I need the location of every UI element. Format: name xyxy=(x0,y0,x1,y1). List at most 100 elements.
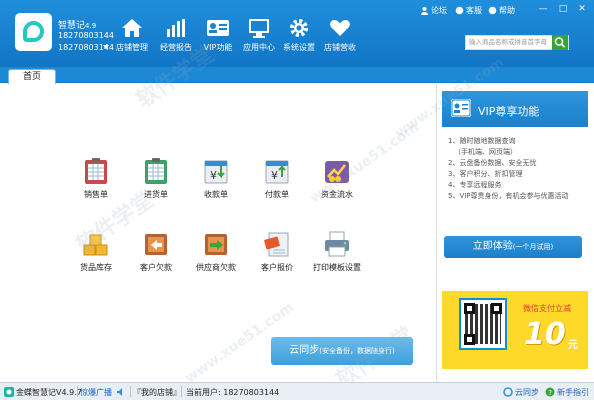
app-logo-small-icon xyxy=(4,387,14,397)
qr-finder xyxy=(491,303,502,314)
customer-quote-icon xyxy=(264,232,289,257)
nav-label: 店铺营收 xyxy=(324,43,356,52)
vip-feature: （手机端、网页端） xyxy=(454,148,517,156)
nav-system-settings[interactable]: 系统设置 xyxy=(277,18,321,58)
printer-icon xyxy=(325,231,349,257)
svg-text:¥: ¥ xyxy=(210,169,217,182)
headset-icon xyxy=(455,6,464,15)
status-cloud-sync[interactable]: 云同步 xyxy=(515,387,539,398)
inventory-button[interactable]: 货品库存 xyxy=(66,230,126,273)
receipt-button[interactable]: ¥ 收款单 xyxy=(186,157,246,200)
inventory-label: 货品库存 xyxy=(80,263,112,272)
user-phone: 18270803144 xyxy=(58,31,114,40)
vip-feature: 1、随时随地数据查询 xyxy=(448,137,516,145)
wechat-pay-promo-banner[interactable]: 微信支付立减 10 元 xyxy=(442,291,588,369)
cloud-sync-button[interactable]: 云同步(安全备份，数据随身行) xyxy=(271,337,413,365)
tab-bar xyxy=(0,67,594,83)
user-icon xyxy=(421,7,428,15)
payment-button[interactable]: ¥ 付款单 xyxy=(247,157,307,200)
qr-code xyxy=(459,298,507,350)
sales-order-icon xyxy=(85,158,107,184)
guide-icon: ? xyxy=(545,387,555,397)
try-now-sublabel: (一个月试用) xyxy=(512,243,554,251)
svg-text:?: ? xyxy=(548,389,552,397)
sales-order-label: 销售单 xyxy=(84,190,108,199)
try-now-label: 立即体验 xyxy=(472,241,513,252)
gear-icon xyxy=(290,19,308,37)
home-icon xyxy=(122,19,142,37)
customer-debt-label: 客户欠款 xyxy=(140,263,172,272)
qr-finder xyxy=(464,334,475,345)
promo-amount: 10 xyxy=(524,317,566,352)
minimize-icon[interactable]: — xyxy=(537,4,549,14)
cloud-sync-subtitle: (安全备份，数据随身行) xyxy=(319,347,395,355)
status-bar: 金蝶智慧记V4.9.7 惊爆广播 『我的店铺』 当前用户: 1827080314… xyxy=(0,382,594,400)
speaker-icon xyxy=(117,388,122,396)
vip-card-icon xyxy=(451,99,471,117)
nav-business-report[interactable]: 经营报告 xyxy=(154,18,198,58)
status-app-version: 金蝶智慧记V4.9.7 xyxy=(16,388,82,397)
vip-feature: 2、云盘备份数据、安全无忧 xyxy=(448,159,537,167)
status-divider xyxy=(181,386,182,397)
cloud-sync-icon xyxy=(503,387,513,397)
purchase-order-button[interactable]: 进货单 xyxy=(126,157,186,200)
status-current-user: 当前用户: 18270803144 xyxy=(186,388,280,397)
logo-mark xyxy=(23,21,44,42)
vip-feature: 3、客户积分、折扣管理 xyxy=(448,170,523,178)
cash-flow-label: 资金流水 xyxy=(321,190,353,199)
chevron-down-icon[interactable] xyxy=(103,45,109,49)
status-beginner-guide[interactable]: 新手指引 xyxy=(557,387,589,398)
svg-text:¥: ¥ xyxy=(271,169,278,182)
qr-finder xyxy=(464,303,475,314)
forum-link[interactable]: 论坛 xyxy=(420,5,447,16)
customer-quote-button[interactable]: 客户报价 xyxy=(247,230,307,273)
purchase-order-icon xyxy=(145,158,167,184)
nav-label: 应用中心 xyxy=(243,43,275,52)
inventory-icon xyxy=(83,234,108,256)
vip-card-icon xyxy=(207,20,229,36)
nav-vip[interactable]: VIP功能 xyxy=(196,18,240,58)
cash-flow-button[interactable]: 资金流水 xyxy=(307,157,367,200)
app-logo xyxy=(15,13,52,51)
supplier-debt-icon xyxy=(205,234,227,255)
nav-label: 系统设置 xyxy=(283,43,315,52)
customer-quote-label: 客户报价 xyxy=(261,263,293,272)
vip-title: VIP尊享功能 xyxy=(478,105,540,118)
receipt-icon: ¥ xyxy=(204,160,228,184)
nav-label: 经营报告 xyxy=(160,43,192,52)
payment-label: 付款单 xyxy=(265,190,289,199)
customer-debt-icon xyxy=(145,234,167,255)
vip-feature: 4、专享远程服务 xyxy=(448,181,502,189)
service-link[interactable]: 客服 xyxy=(455,5,482,16)
nav-app-center[interactable]: 应用中心 xyxy=(237,18,281,58)
try-now-button[interactable]: 立即体验(一个月试用) xyxy=(444,236,582,258)
nav-shop-revenue[interactable]: 店铺营收 xyxy=(318,18,362,58)
app-version: 4.9 xyxy=(85,22,97,30)
service-label: 客服 xyxy=(466,6,482,15)
status-divider xyxy=(77,386,78,397)
customer-debt-button[interactable]: 客户欠款 xyxy=(126,230,186,273)
supplier-debt-label: 供应商欠款 xyxy=(196,263,236,272)
help-label: 帮助 xyxy=(499,6,515,15)
search-button[interactable] xyxy=(552,35,568,50)
cloud-sync-title: 云同步 xyxy=(289,345,320,356)
status-broadcast[interactable]: 惊爆广播 xyxy=(80,387,112,398)
nav-shop-management[interactable]: 店铺管理 xyxy=(110,18,154,58)
nav-label: VIP功能 xyxy=(203,43,233,52)
maximize-icon[interactable]: □ xyxy=(557,4,569,14)
vip-feature-list: 1、随时随地数据查询 （手机端、网页端） 2、云盘备份数据、安全无忧 3、客户积… xyxy=(448,136,588,202)
heart-icon xyxy=(330,20,350,36)
help-link[interactable]: 帮助 xyxy=(488,5,515,16)
app-name-text: 智慧记 xyxy=(58,21,86,31)
vip-feature: 5、VIP尊贵身份，有机会参与优惠活动 xyxy=(448,192,569,200)
nav-label: 店铺管理 xyxy=(116,43,148,52)
supplier-debt-button[interactable]: 供应商欠款 xyxy=(186,230,246,273)
sales-order-button[interactable]: 销售单 xyxy=(66,157,126,200)
search-icon xyxy=(554,37,566,48)
promo-text: 微信支付立减 xyxy=(523,304,571,313)
help-icon xyxy=(488,6,497,15)
close-icon[interactable]: ✕ xyxy=(576,4,588,14)
print-template-button[interactable]: 打印模板设置 xyxy=(307,230,367,273)
tab-home[interactable]: 首页 xyxy=(8,69,56,84)
purchase-order-label: 进货单 xyxy=(144,190,168,199)
